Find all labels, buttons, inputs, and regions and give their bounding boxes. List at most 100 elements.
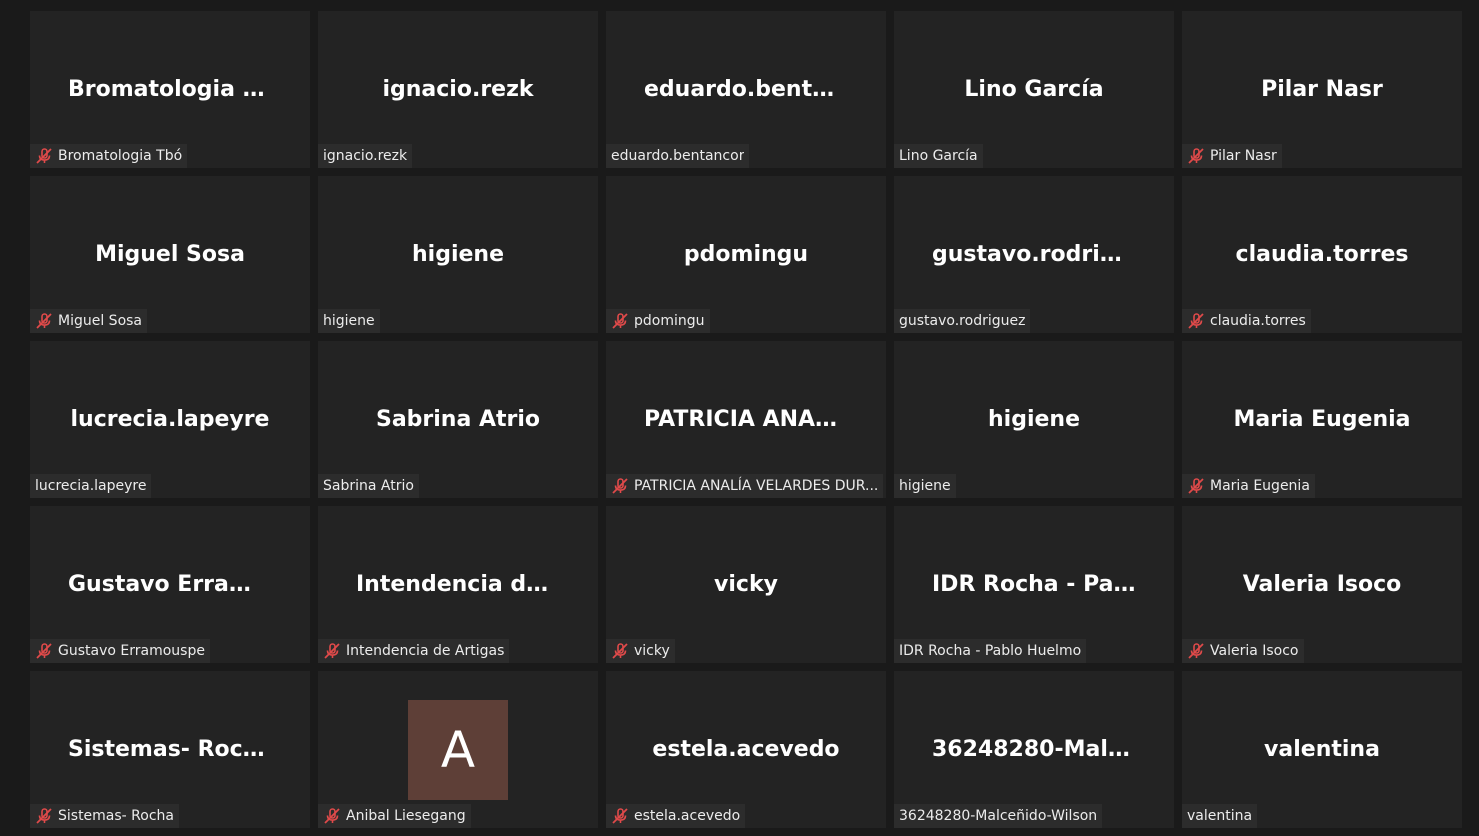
participant-tile[interactable]: gustavo.rodrigu... gustavo.rodriguez (894, 176, 1174, 333)
participant-name-text: Sistemas- Rocha (58, 808, 174, 824)
participant-tile[interactable]: PATRICIA ANAL... PATRICIA ANALÍA VELARDES… (606, 341, 886, 498)
participant-name-label: Gustavo Erramouspe (30, 639, 210, 663)
muted-mic-icon (324, 643, 340, 659)
participant-display-name: PATRICIA ANAL... (644, 407, 855, 432)
participant-name-text: vicky (634, 643, 670, 659)
participant-tile[interactable]: pdomingu pdomingu (606, 176, 886, 333)
participant-name-label: Pilar Nasr (1182, 144, 1282, 168)
participant-name-label: gustavo.rodriguez (894, 309, 1031, 333)
participant-name-text: Anibal Liesegang (346, 808, 466, 824)
participant-name-label: valentina (1182, 804, 1258, 828)
participant-tile[interactable]: Maria Eugenia Maria Eugenia (1182, 341, 1462, 498)
participant-name-text: eduardo.bentancor (611, 148, 745, 164)
participant-name-text: estela.acevedo (634, 808, 741, 824)
muted-mic-icon (612, 478, 628, 494)
muted-mic-icon (612, 808, 628, 824)
participant-name-label: claudia.torres (1182, 309, 1311, 333)
participant-display-name: gustavo.rodrigu... (932, 242, 1157, 267)
participant-display-name: Miguel Sosa (95, 242, 245, 267)
participant-tile[interactable]: Valeria Isoco Valeria Isoco (1182, 506, 1462, 663)
participant-name-label: Anibal Liesegang (318, 804, 471, 828)
participant-tile[interactable]: A Anibal Liesegang (318, 671, 598, 828)
participant-name-text: higiene (323, 313, 375, 329)
participant-tile[interactable]: Pilar Nasr Pilar Nasr (1182, 11, 1462, 168)
participant-name-label: higiene (894, 474, 956, 498)
participant-tile[interactable]: Sabrina Atrio Sabrina Atrio (318, 341, 598, 498)
participant-display-name: lucrecia.lapeyre (70, 407, 270, 432)
participant-tile[interactable]: IDR Rocha - Pab... IDR Rocha - Pablo Huel… (894, 506, 1174, 663)
muted-mic-icon (36, 148, 52, 164)
participant-display-name: vicky (714, 572, 778, 597)
participant-tile[interactable]: Intendencia de... Intendencia de Artigas (318, 506, 598, 663)
participant-display-name: higiene (412, 242, 504, 267)
participant-display-name: higiene (988, 407, 1080, 432)
participant-name-label: Maria Eugenia (1182, 474, 1315, 498)
participant-name-label: higiene (318, 309, 380, 333)
participant-name-label: Bromatologia Tbó (30, 144, 188, 168)
muted-mic-icon (36, 808, 52, 824)
participant-display-name: Maria Eugenia (1233, 407, 1411, 432)
muted-mic-icon (1188, 313, 1204, 329)
participant-name-text: gustavo.rodriguez (899, 313, 1026, 329)
participant-tile[interactable]: Bromatologia T... Bromatologia Tbó (30, 11, 310, 168)
participant-name-label: PATRICIA ANALÍA VELARDES DUR... (606, 474, 884, 498)
participant-name-text: Pilar Nasr (1210, 148, 1277, 164)
participant-name-text: Bromatologia Tbó (58, 148, 183, 164)
participant-name-text: Lino García (899, 148, 978, 164)
participant-display-name: pdomingu (683, 242, 809, 267)
participant-display-name: Sabrina Atrio (375, 407, 541, 432)
participant-tile[interactable]: 36248280-Malc... 36248280-Malceñido-Wilso… (894, 671, 1174, 828)
muted-mic-icon (36, 313, 52, 329)
participant-tile[interactable]: ignacio.rezk ignacio.rezk (318, 11, 598, 168)
participant-name-text: Intendencia de Artigas (346, 643, 505, 659)
participant-display-name: Lino García (964, 77, 1104, 102)
participant-tile[interactable]: Lino García Lino García (894, 11, 1174, 168)
participant-avatar: A (408, 700, 508, 800)
participant-tile[interactable]: estela.acevedo estela.acevedo (606, 671, 886, 828)
participant-display-name: Gustavo Erramo... (68, 572, 292, 597)
participant-name-text: claudia.torres (1210, 313, 1306, 329)
participant-name-label: Intendencia de Artigas (318, 639, 510, 663)
participant-tile[interactable]: Gustavo Erramo... Gustavo Erramouspe (30, 506, 310, 663)
participant-name-text: valentina (1187, 808, 1253, 824)
participant-tile[interactable]: Miguel Sosa Miguel Sosa (30, 176, 310, 333)
participant-name-label: ignacio.rezk (318, 144, 413, 168)
participant-tile[interactable]: lucrecia.lapeyre lucrecia.lapeyre (30, 341, 310, 498)
participant-name-label: eduardo.bentancor (606, 144, 750, 168)
participant-tile[interactable]: higiene higiene (318, 176, 598, 333)
participant-name-text: lucrecia.lapeyre (35, 478, 147, 494)
participant-name-text: ignacio.rezk (323, 148, 408, 164)
participant-display-name: estela.acevedo (652, 737, 840, 762)
participant-tile[interactable]: eduardo.bentan... eduardo.bentancor (606, 11, 886, 168)
participant-tile[interactable]: higiene higiene (894, 341, 1174, 498)
participant-name-label: vicky (606, 639, 675, 663)
participant-display-name: IDR Rocha - Pab... (932, 572, 1155, 597)
participant-name-label: lucrecia.lapeyre (30, 474, 152, 498)
participant-video-grid: Bromatologia T... Bromatologia Tbó ignacio… (30, 11, 1462, 828)
muted-mic-icon (612, 643, 628, 659)
participant-name-label: Lino García (894, 144, 983, 168)
muted-mic-icon (324, 808, 340, 824)
participant-name-label: Valeria Isoco (1182, 639, 1304, 663)
participant-name-text: PATRICIA ANALÍA VELARDES DUR... (634, 478, 879, 494)
muted-mic-icon (1188, 478, 1204, 494)
participant-name-text: Valeria Isoco (1210, 643, 1299, 659)
participant-tile[interactable]: claudia.torres claudia.torres (1182, 176, 1462, 333)
participant-name-text: Miguel Sosa (58, 313, 143, 329)
participant-name-text: 36248280-Malceñido-Wilson (899, 808, 1098, 824)
participant-name-text: Gustavo Erramouspe (58, 643, 205, 659)
participant-display-name: valentina (1264, 737, 1380, 762)
participant-display-name: ignacio.rezk (382, 77, 534, 102)
participant-display-name: claudia.torres (1235, 242, 1409, 267)
participant-display-name: Bromatologia T... (68, 77, 280, 102)
muted-mic-icon (36, 643, 52, 659)
participant-name-text: Sabrina Atrio (323, 478, 414, 494)
participant-display-name: eduardo.bentan... (644, 77, 868, 102)
participant-name-text: Maria Eugenia (1210, 478, 1310, 494)
participant-tile[interactable]: vicky vicky (606, 506, 886, 663)
participant-tile[interactable]: valentina valentina (1182, 671, 1462, 828)
muted-mic-icon (1188, 643, 1204, 659)
participant-name-label: pdomingu (606, 309, 710, 333)
participant-tile[interactable]: Sistemas- Rocha Sistemas- Rocha (30, 671, 310, 828)
participant-name-label: Sabrina Atrio (318, 474, 419, 498)
